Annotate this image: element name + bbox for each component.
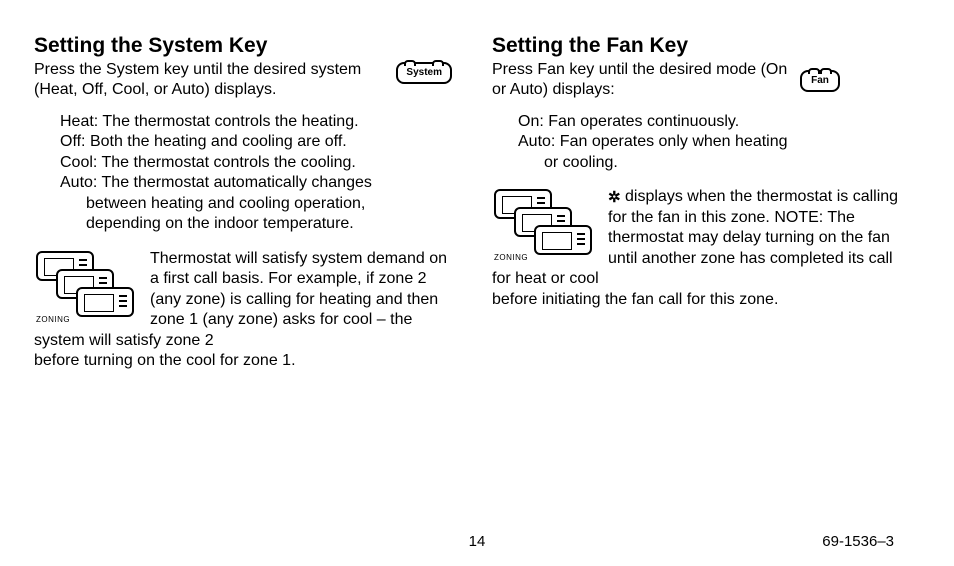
thermostat-icon xyxy=(534,225,592,255)
zoning-label: ZONING xyxy=(36,315,70,325)
two-column-layout: Setting the System Key Press the System … xyxy=(34,34,910,372)
right-column: Setting the Fan Key Press Fan key until … xyxy=(492,34,910,372)
def-auto-line3: depending on the indoor temperature. xyxy=(60,214,452,234)
heading-fan-key: Setting the Fan Key xyxy=(492,34,910,58)
document-number: 69-1536–3 xyxy=(822,533,894,550)
fan-running-icon: ✲ xyxy=(608,188,621,207)
page: Setting the System Key Press the System … xyxy=(0,0,954,566)
def-auto-line1: Auto: The thermostat automatically chang… xyxy=(60,173,452,193)
definitions-right: On: Fan operates continuously. Auto: Fan… xyxy=(492,112,910,173)
def-heat: Heat: The thermostat controls the heatin… xyxy=(60,112,452,132)
zoning-text-b-left: before turning on the cool for zone 1. xyxy=(34,351,452,371)
def-cool: Cool: The thermostat controls the coolin… xyxy=(60,153,452,173)
fan-key-illustration: Fan xyxy=(800,70,840,92)
intro-row-right: Press Fan key until the desired mode (On… xyxy=(492,60,910,112)
system-key-label: System xyxy=(396,62,452,84)
system-key-illustration: System xyxy=(396,62,452,84)
zoning-icon-right: ZONING xyxy=(494,189,598,263)
zoning-paragraph-right: ZONING ✲ displays when the thermostat is… xyxy=(492,187,910,310)
zoning-text-b-right: before initiating the fan call for this … xyxy=(492,290,910,310)
page-footer: 14 69-1536–3 xyxy=(0,533,954,550)
zoning-label: ZONING xyxy=(494,253,528,263)
def-auto-r-line1: Auto: Fan operates only when heating xyxy=(518,132,910,152)
def-auto-r-line2: or cooling. xyxy=(518,153,910,173)
definitions-left: Heat: The thermostat controls the heatin… xyxy=(34,112,452,235)
left-column: Setting the System Key Press the System … xyxy=(34,34,452,372)
page-number: 14 xyxy=(469,533,486,550)
intro-text-right: Press Fan key until the desired mode (On… xyxy=(492,60,792,100)
zoning-icon-left: ZONING xyxy=(36,251,140,325)
def-off: Off: Both the heating and cooling are of… xyxy=(60,132,452,152)
def-on: On: Fan operates continuously. xyxy=(518,112,910,132)
def-auto-line2: between heating and cooling operation, xyxy=(60,194,452,214)
intro-row-left: Press the System key until the desired s… xyxy=(34,60,452,112)
heading-system-key: Setting the System Key xyxy=(34,34,452,58)
intro-text-left: Press the System key until the desired s… xyxy=(34,60,388,100)
fan-key-label: Fan xyxy=(800,70,840,92)
thermostat-icon xyxy=(76,287,134,317)
zoning-paragraph-left: ZONING Thermostat will satisfy system de… xyxy=(34,249,452,372)
